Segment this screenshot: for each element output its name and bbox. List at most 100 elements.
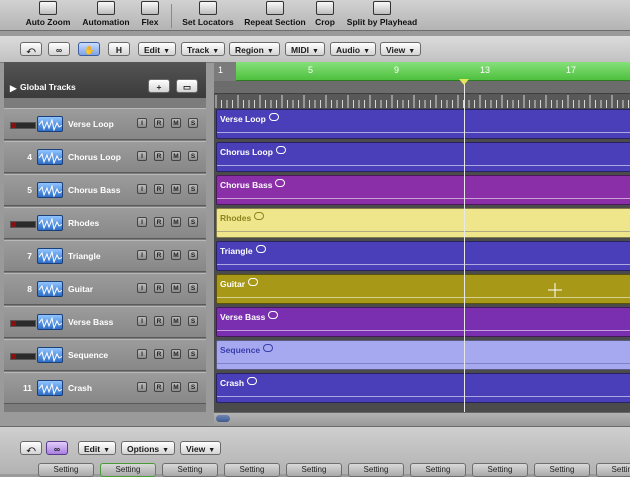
setting-button[interactable]: Setting <box>596 463 630 477</box>
input-monitor-button[interactable]: I <box>137 184 147 194</box>
record-enable-indicator[interactable] <box>10 221 36 228</box>
track-header[interactable]: 5 Chorus Bass I R M S <box>4 174 206 206</box>
automation-button[interactable]: Automation <box>78 0 134 30</box>
mute-button[interactable]: M <box>171 250 181 260</box>
record-button[interactable]: R <box>154 316 164 326</box>
scroll-thumb[interactable] <box>216 415 230 422</box>
midi-menu[interactable]: MIDI ▼ <box>285 42 325 56</box>
mute-button[interactable]: M <box>171 151 181 161</box>
region[interactable]: Triangle <box>216 241 630 271</box>
track-name[interactable]: Rhodes <box>68 218 99 228</box>
region[interactable]: Chorus Bass <box>216 175 630 205</box>
marker-lane[interactable] <box>214 81 630 93</box>
audio-menu[interactable]: Audio ▼ <box>330 42 377 56</box>
mute-button[interactable]: M <box>171 184 181 194</box>
hide-button[interactable]: H <box>108 42 130 56</box>
solo-button[interactable]: S <box>188 184 198 194</box>
track-name[interactable]: Guitar <box>68 284 93 294</box>
track-name[interactable]: Verse Bass <box>68 317 113 327</box>
record-button[interactable]: R <box>154 151 164 161</box>
record-button[interactable]: R <box>154 118 164 128</box>
input-monitor-button[interactable]: I <box>137 316 147 326</box>
edit-menu[interactable]: Edit ▼ <box>138 42 176 56</box>
edit-menu-lower[interactable]: Edit ▼ <box>78 441 116 455</box>
auto-zoom-button[interactable]: Auto Zoom <box>22 0 74 30</box>
mute-button[interactable]: M <box>171 349 181 359</box>
setting-button[interactable]: Setting <box>286 463 342 477</box>
record-button[interactable]: R <box>154 250 164 260</box>
solo-button[interactable]: S <box>188 349 198 359</box>
track-header[interactable]: Rhodes I R M S <box>4 207 206 239</box>
solo-button[interactable]: S <box>188 316 198 326</box>
horizontal-scrollbar[interactable] <box>214 412 630 425</box>
view-menu-lower[interactable]: View ▼ <box>180 441 222 455</box>
set-locators-button[interactable]: Set Locators <box>180 0 236 30</box>
record-enable-indicator[interactable] <box>10 122 36 129</box>
back-button[interactable]: ⤺ <box>20 42 42 56</box>
solo-button[interactable]: S <box>188 382 198 392</box>
region[interactable]: Crash <box>216 373 630 403</box>
link-button[interactable]: ∞ <box>48 42 70 56</box>
track-header[interactable]: Sequence I R M S <box>4 339 206 371</box>
split-by-playhead-button[interactable]: Split by Playhead <box>342 0 422 30</box>
track-name[interactable]: Sequence <box>68 350 108 360</box>
region[interactable]: Sequence <box>216 340 630 370</box>
mute-button[interactable]: M <box>171 217 181 227</box>
track-menu[interactable]: Track ▼ <box>181 42 226 56</box>
record-enable-indicator[interactable] <box>10 320 36 327</box>
playhead-marker-icon[interactable] <box>459 79 469 85</box>
folder-button[interactable]: ▭ <box>176 79 198 93</box>
region[interactable]: Verse Bass <box>216 307 630 337</box>
record-button[interactable]: R <box>154 382 164 392</box>
setting-button[interactable]: Setting <box>534 463 590 477</box>
track-header[interactable]: 11 Crash I R M S <box>4 372 206 404</box>
setting-button[interactable]: Setting <box>348 463 404 477</box>
track-name[interactable]: Chorus Loop <box>68 152 121 162</box>
region[interactable]: Guitar <box>216 274 630 304</box>
solo-button[interactable]: S <box>188 151 198 161</box>
arrange-area[interactable]: Verse Loop Chorus Loop Chorus Bass Rhodes Tr… <box>214 108 630 412</box>
solo-button[interactable]: S <box>188 217 198 227</box>
record-button[interactable]: R <box>154 184 164 194</box>
flex-button[interactable]: Flex <box>138 0 162 30</box>
input-monitor-button[interactable]: I <box>137 283 147 293</box>
track-header[interactable]: 4 Chorus Loop I R M S <box>4 141 206 173</box>
region[interactable]: Rhodes <box>216 208 630 238</box>
view-menu[interactable]: View ▼ <box>380 42 422 56</box>
catch-button[interactable]: ✋ <box>78 42 100 56</box>
setting-button[interactable]: Setting <box>472 463 528 477</box>
track-name[interactable]: Crash <box>68 383 92 393</box>
record-button[interactable]: R <box>154 349 164 359</box>
track-header[interactable]: Verse Loop I R M S <box>4 108 206 140</box>
setting-button[interactable]: Setting <box>224 463 280 477</box>
setting-button[interactable]: Setting <box>38 463 94 477</box>
playhead[interactable] <box>464 80 465 412</box>
region[interactable]: Chorus Loop <box>216 142 630 172</box>
back-button-lower[interactable]: ⤺ <box>20 441 42 455</box>
input-monitor-button[interactable]: I <box>137 349 147 359</box>
setting-button[interactable]: Setting <box>162 463 218 477</box>
link-button-lower[interactable]: ∞ <box>46 441 68 455</box>
disclosure-triangle-icon[interactable]: ▶ <box>10 83 17 94</box>
input-monitor-button[interactable]: I <box>137 118 147 128</box>
track-header[interactable]: 8 Guitar I R M S <box>4 273 206 305</box>
track-name[interactable]: Verse Loop <box>68 119 114 129</box>
setting-button[interactable]: Setting <box>100 463 156 477</box>
track-name[interactable]: Triangle <box>68 251 101 261</box>
mute-button[interactable]: M <box>171 118 181 128</box>
solo-button[interactable]: S <box>188 283 198 293</box>
global-tracks-header[interactable]: ▶ Global Tracks + ▭ <box>4 62 206 98</box>
input-monitor-button[interactable]: I <box>137 250 147 260</box>
input-monitor-button[interactable]: I <box>137 382 147 392</box>
options-menu-lower[interactable]: Options ▼ <box>121 441 176 455</box>
record-button[interactable]: R <box>154 217 164 227</box>
crop-button[interactable]: Crop <box>312 0 338 30</box>
record-button[interactable]: R <box>154 283 164 293</box>
mute-button[interactable]: M <box>171 283 181 293</box>
record-enable-indicator[interactable] <box>10 353 36 360</box>
add-track-button[interactable]: + <box>148 79 170 93</box>
mute-button[interactable]: M <box>171 382 181 392</box>
input-monitor-button[interactable]: I <box>137 217 147 227</box>
solo-button[interactable]: S <box>188 118 198 128</box>
track-name[interactable]: Chorus Bass <box>68 185 120 195</box>
